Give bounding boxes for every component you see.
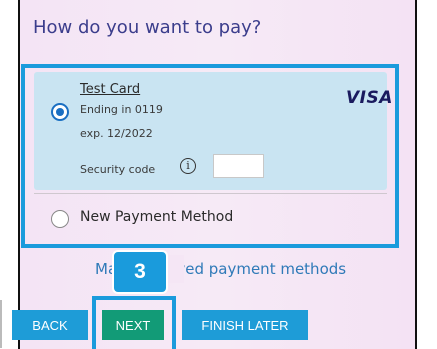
security-code-label: Security code — [80, 163, 156, 176]
option-divider — [34, 193, 387, 194]
edge-mark — [0, 300, 2, 348]
finish-later-button[interactable]: FINISH LATER — [182, 310, 308, 340]
page-title: How do you want to pay? — [33, 17, 262, 38]
card-name-link[interactable]: Test Card — [80, 82, 140, 97]
back-button[interactable]: BACK — [12, 310, 88, 340]
step-badge: 3 — [112, 250, 168, 294]
card-ending: Ending in 0119 — [80, 103, 163, 116]
saved-card-option[interactable]: Test Card Ending in 0119 exp. 12/2022 VI… — [34, 72, 392, 190]
next-button-highlight — [92, 296, 176, 349]
new-payment-method-label: New Payment Method — [80, 209, 234, 225]
new-payment-method-option[interactable]: New Payment Method — [34, 198, 387, 240]
radio-unselected-icon[interactable] — [51, 210, 69, 228]
security-code-input[interactable] — [213, 154, 264, 178]
radio-selected-icon[interactable] — [51, 103, 69, 121]
card-expiry: exp. 12/2022 — [80, 127, 153, 140]
info-icon[interactable]: i — [180, 158, 196, 174]
visa-logo: VISA — [346, 88, 393, 108]
